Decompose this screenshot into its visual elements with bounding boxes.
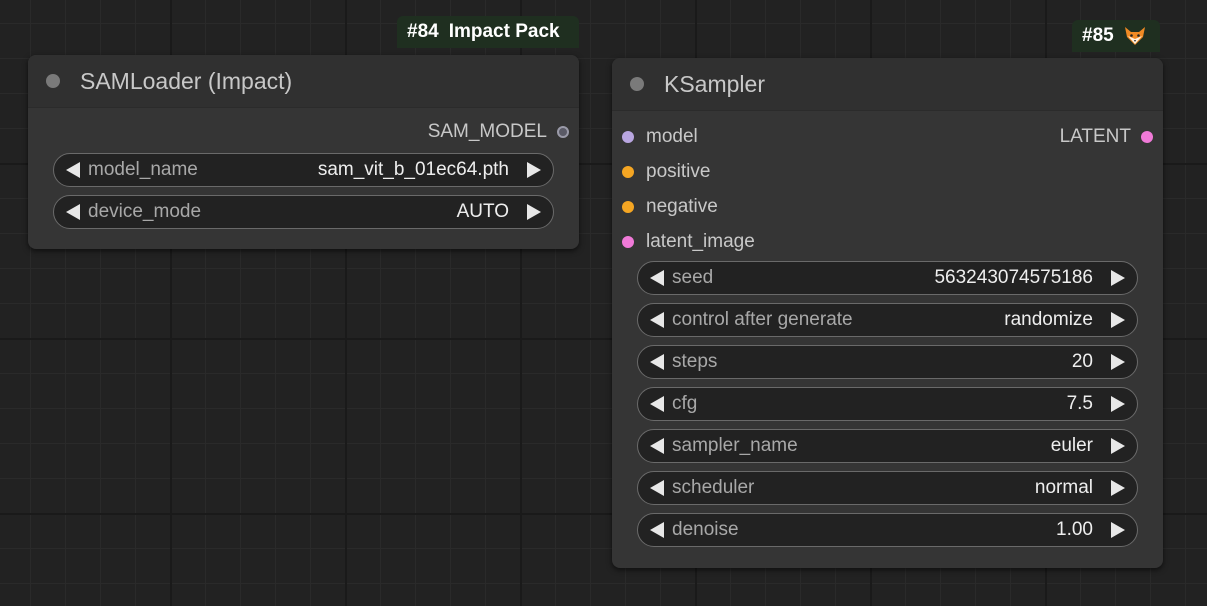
output-slot-latent[interactable]: LATENT xyxy=(1060,126,1153,148)
widget-model-name[interactable]: model_name sam_vit_b_01ec64.pth xyxy=(53,153,554,187)
output-slot-label: LATENT xyxy=(1060,126,1131,148)
widget-label: steps xyxy=(672,351,1072,373)
node-id-label: #85 xyxy=(1082,25,1114,47)
node-badge-85: #85 xyxy=(1072,20,1160,52)
input-slot-label: negative xyxy=(646,196,718,218)
input-slot-latent-image[interactable]: latent_image xyxy=(612,231,755,253)
decrement-arrow-icon[interactable] xyxy=(650,270,664,286)
widget-value[interactable]: AUTO xyxy=(457,201,509,223)
widget-value[interactable]: euler xyxy=(1051,435,1093,457)
slot-row-model: model LATENT xyxy=(612,119,1163,154)
widget-value[interactable]: normal xyxy=(1035,477,1093,499)
increment-arrow-icon[interactable] xyxy=(1111,438,1125,454)
node-title: SAMLoader (Impact) xyxy=(80,68,292,95)
widget-cfg[interactable]: cfg 7.5 xyxy=(637,387,1138,421)
widget-label: control after generate xyxy=(672,309,1004,331)
widget-label: scheduler xyxy=(672,477,1035,499)
widget-label: denoise xyxy=(672,519,1056,541)
node-pack-label: Impact Pack xyxy=(449,21,560,43)
fox-icon xyxy=(1124,26,1146,46)
output-slot-dot-icon[interactable] xyxy=(557,126,569,138)
widget-label: seed xyxy=(672,267,934,289)
widget-value[interactable]: 563243074575186 xyxy=(934,267,1093,289)
ksampler-node[interactable]: KSampler model LATENT positive negative … xyxy=(612,58,1163,568)
output-slot-dot-icon[interactable] xyxy=(1141,131,1153,143)
widget-sampler-name[interactable]: sampler_name euler xyxy=(637,429,1138,463)
input-slot-dot-icon[interactable] xyxy=(622,131,634,143)
slot-row-latent-image: latent_image xyxy=(612,224,1163,259)
input-slot-positive[interactable]: positive xyxy=(612,161,710,183)
widget-label: device_mode xyxy=(88,201,457,223)
collapse-dot-icon[interactable] xyxy=(630,77,644,91)
node-badge-84: #84 Impact Pack xyxy=(397,16,579,48)
decrement-arrow-icon[interactable] xyxy=(650,522,664,538)
input-slot-label: model xyxy=(646,126,698,148)
input-slot-negative[interactable]: negative xyxy=(612,196,718,218)
increment-arrow-icon[interactable] xyxy=(1111,522,1125,538)
input-slot-dot-icon[interactable] xyxy=(622,166,634,178)
input-slot-dot-icon[interactable] xyxy=(622,201,634,213)
node-header[interactable]: KSampler xyxy=(612,58,1163,111)
decrement-arrow-icon[interactable] xyxy=(650,480,664,496)
decrement-arrow-icon[interactable] xyxy=(650,438,664,454)
node-title: KSampler xyxy=(664,71,765,98)
widget-denoise[interactable]: denoise 1.00 xyxy=(637,513,1138,547)
increment-arrow-icon[interactable] xyxy=(1111,354,1125,370)
increment-arrow-icon[interactable] xyxy=(1111,270,1125,286)
widget-value[interactable]: 7.5 xyxy=(1067,393,1093,415)
widget-value[interactable]: 1.00 xyxy=(1056,519,1093,541)
input-slot-dot-icon[interactable] xyxy=(622,236,634,248)
output-slot-row: SAM_MODEL xyxy=(28,114,579,149)
node-header[interactable]: SAMLoader (Impact) xyxy=(28,55,579,108)
decrement-arrow-icon[interactable] xyxy=(66,162,80,178)
widget-steps[interactable]: steps 20 xyxy=(637,345,1138,379)
output-slot-sam-model[interactable]: SAM_MODEL xyxy=(428,121,569,143)
decrement-arrow-icon[interactable] xyxy=(650,396,664,412)
widget-seed[interactable]: seed 563243074575186 xyxy=(637,261,1138,295)
samloader-node[interactable]: SAMLoader (Impact) SAM_MODEL model_name … xyxy=(28,55,579,249)
decrement-arrow-icon[interactable] xyxy=(650,312,664,328)
input-slot-model[interactable]: model xyxy=(612,126,698,148)
widget-value[interactable]: 20 xyxy=(1072,351,1093,373)
widget-value[interactable]: sam_vit_b_01ec64.pth xyxy=(318,159,509,181)
slot-row-positive: positive xyxy=(612,154,1163,189)
input-slot-label: latent_image xyxy=(646,231,755,253)
widget-label: cfg xyxy=(672,393,1067,415)
slot-row-negative: negative xyxy=(612,189,1163,224)
widget-label: sampler_name xyxy=(672,435,1051,457)
widget-label: model_name xyxy=(88,159,318,181)
increment-arrow-icon[interactable] xyxy=(527,204,541,220)
widget-scheduler[interactable]: scheduler normal xyxy=(637,471,1138,505)
decrement-arrow-icon[interactable] xyxy=(650,354,664,370)
widget-control-after-generate[interactable]: control after generate randomize xyxy=(637,303,1138,337)
increment-arrow-icon[interactable] xyxy=(1111,396,1125,412)
increment-arrow-icon[interactable] xyxy=(1111,312,1125,328)
decrement-arrow-icon[interactable] xyxy=(66,204,80,220)
collapse-dot-icon[interactable] xyxy=(46,74,60,88)
widget-device-mode[interactable]: device_mode AUTO xyxy=(53,195,554,229)
node-id-label: #84 xyxy=(407,21,439,43)
output-slot-label: SAM_MODEL xyxy=(428,121,547,143)
input-slot-label: positive xyxy=(646,161,710,183)
widget-value[interactable]: randomize xyxy=(1004,309,1093,331)
increment-arrow-icon[interactable] xyxy=(527,162,541,178)
increment-arrow-icon[interactable] xyxy=(1111,480,1125,496)
